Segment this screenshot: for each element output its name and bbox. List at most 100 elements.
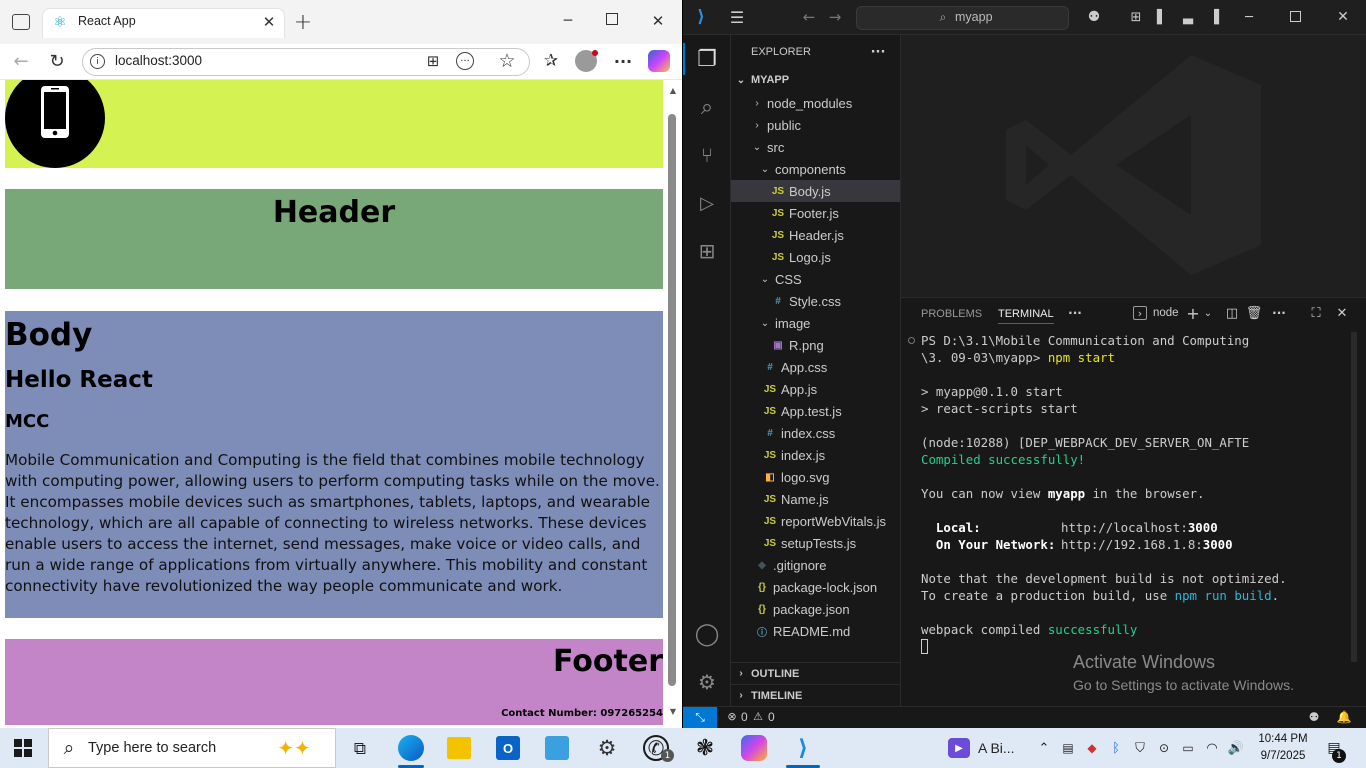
tray-app-icon[interactable]: ▤ [1060, 740, 1076, 756]
back-icon[interactable]: ← [10, 50, 32, 72]
tree-item[interactable]: JS Header.js [731, 224, 900, 246]
volume-icon[interactable]: 🔊 [1228, 740, 1244, 756]
search-view-icon[interactable]: ⌕ [694, 94, 720, 120]
tab-problems[interactable]: PROBLEMS [921, 308, 982, 320]
tree-item[interactable]: JS index.js [731, 444, 900, 466]
wifi-icon[interactable]: ◠ [1204, 740, 1220, 756]
tree-item[interactable]: › public [731, 114, 900, 136]
close-tab-icon[interactable]: ✕ [261, 13, 277, 31]
chatgpt-icon[interactable]: ❃ [692, 735, 718, 761]
more-tools-icon[interactable]: ··· [456, 52, 474, 70]
close-panel-icon[interactable]: ✕ [1334, 305, 1350, 321]
vs-minimize-icon[interactable]: ─ [1240, 8, 1258, 26]
minimize-icon[interactable]: ─ [560, 10, 576, 32]
tree-item[interactable]: JS Footer.js [731, 202, 900, 224]
clock-date[interactable]: 9/7/2025 [1256, 750, 1310, 762]
tree-item[interactable]: JS Logo.js [731, 246, 900, 268]
panel-more-icon[interactable]: ··· [1066, 305, 1084, 321]
tree-item[interactable]: JS App.test.js [731, 400, 900, 422]
clock-time[interactable]: 10:44 PM [1256, 733, 1310, 745]
control-panel-icon[interactable] [545, 736, 569, 760]
show-hidden-icons-icon[interactable]: ⌃ [1036, 739, 1052, 757]
close-window-icon[interactable]: ✕ [650, 11, 666, 31]
search-highlight-icon[interactable]: ✦✦ [266, 736, 322, 760]
tree-item[interactable]: ⌄ src [731, 136, 900, 158]
remote-indicator-icon[interactable]: ⤡ [683, 707, 717, 728]
maximize-panel-icon[interactable]: ⛶ [1308, 305, 1324, 321]
tree-item[interactable]: {} package-lock.json [731, 576, 900, 598]
vscode-taskbar-icon[interactable]: ⟩ [790, 735, 816, 761]
tray-color-icon[interactable]: ◆ [1084, 740, 1100, 756]
tree-item[interactable]: {} package.json [731, 598, 900, 620]
timeline-section[interactable]: › TIMELINE [731, 684, 900, 706]
battery-icon[interactable]: ▭ [1180, 740, 1196, 756]
new-tab-icon[interactable]: + [293, 10, 313, 35]
copilot-status-icon[interactable]: ⚉ [1306, 709, 1322, 725]
edge-icon[interactable] [398, 735, 424, 761]
copilot-app-icon[interactable] [741, 735, 767, 761]
terminal-more-icon[interactable]: ··· [1270, 305, 1288, 321]
vs-maximize-icon[interactable] [1290, 11, 1301, 22]
tree-item[interactable]: ⓘ README.md [731, 620, 900, 642]
tree-item[interactable]: ⌄ CSS [731, 268, 900, 290]
new-terminal-icon[interactable]: + [1185, 304, 1201, 323]
media-widget-text[interactable]: A Bi... [978, 740, 1015, 756]
outline-section[interactable]: › OUTLINE [731, 662, 900, 684]
tree-item[interactable]: JS Name.js [731, 488, 900, 510]
copilot-icon[interactable] [648, 50, 670, 72]
kill-terminal-icon[interactable]: 🗑 [1246, 305, 1263, 321]
notifications-bell-icon[interactable]: 🔔 [1336, 709, 1352, 725]
warning-count[interactable]: 0 [768, 710, 775, 724]
terminal-name[interactable]: node [1153, 307, 1179, 319]
tree-item[interactable]: ◆ .gitignore [731, 554, 900, 576]
tree-item[interactable]: JS setupTests.js [731, 532, 900, 554]
terminal-scrollbar[interactable] [1351, 332, 1357, 662]
source-control-icon[interactable]: ⑂ [694, 142, 720, 168]
tree-item[interactable]: ◧ logo.svg [731, 466, 900, 488]
accounts-icon[interactable]: ◯ [694, 621, 720, 647]
task-view-icon[interactable]: ⧉ [349, 738, 371, 760]
tab-actions-icon[interactable] [12, 14, 30, 30]
outlook-icon[interactable]: O [496, 736, 520, 760]
favorite-star-icon[interactable]: ☆ [496, 50, 518, 72]
site-info-icon[interactable]: i [90, 54, 105, 69]
tree-item[interactable]: ▣ R.png [731, 334, 900, 356]
tree-item[interactable]: # Style.css [731, 290, 900, 312]
tree-item[interactable]: › node_modules [731, 92, 900, 114]
manage-gear-icon[interactable]: ⚙ [694, 669, 720, 695]
terminal-cursor[interactable] [921, 639, 928, 654]
copilot-chat-icon[interactable]: ⚉ [1082, 8, 1106, 26]
explorer-icon[interactable]: ❐ [694, 46, 720, 72]
toggle-secondary-sidebar-icon[interactable]: ▐ [1206, 9, 1222, 25]
settings-more-icon[interactable]: ··· [612, 50, 634, 72]
split-terminal-icon[interactable]: ◫ [1224, 305, 1240, 321]
bluetooth-icon[interactable]: ᛒ [1108, 740, 1124, 756]
nav-forward-icon[interactable]: → [826, 8, 844, 26]
address-text[interactable]: localhost:3000 [115, 53, 202, 68]
chevron-down-icon[interactable]: ⌄ [1202, 305, 1214, 321]
toggle-panel-icon[interactable]: ▃ [1180, 9, 1196, 25]
explorer-more-icon[interactable]: ··· [868, 44, 888, 60]
maximize-icon[interactable] [606, 13, 618, 25]
tree-item[interactable]: JS App.js [731, 378, 900, 400]
tree-item[interactable]: JS reportWebVitals.js [731, 510, 900, 532]
tree-item[interactable]: ⌄ components [731, 158, 900, 180]
tab-terminal[interactable]: TERMINAL [998, 308, 1054, 324]
favorites-icon[interactable]: ✰ [540, 50, 562, 72]
meet-now-icon[interactable]: ⊙ [1156, 740, 1172, 756]
menu-hamburger-icon[interactable]: ☰ [728, 8, 746, 27]
app-available-icon[interactable]: ⊞ [424, 52, 442, 70]
scroll-down-icon[interactable]: ▼ [666, 705, 680, 717]
tree-item[interactable]: JS Body.js [731, 180, 900, 202]
media-widget-icon[interactable]: ▶ [948, 738, 970, 758]
tree-item[interactable]: # index.css [731, 422, 900, 444]
vs-close-icon[interactable]: ✕ [1334, 8, 1352, 26]
windows-start-icon[interactable] [14, 739, 32, 757]
settings-gear-icon[interactable]: ⚙ [594, 735, 620, 761]
page-scroll-thumb[interactable] [668, 114, 676, 686]
error-count[interactable]: 0 [741, 710, 748, 724]
refresh-icon[interactable]: ↻ [46, 50, 68, 72]
project-folder[interactable]: ⌄ MYAPP [731, 69, 900, 91]
customize-layout-icon[interactable]: ⊞ [1128, 9, 1144, 25]
file-explorer-icon[interactable] [447, 737, 471, 759]
